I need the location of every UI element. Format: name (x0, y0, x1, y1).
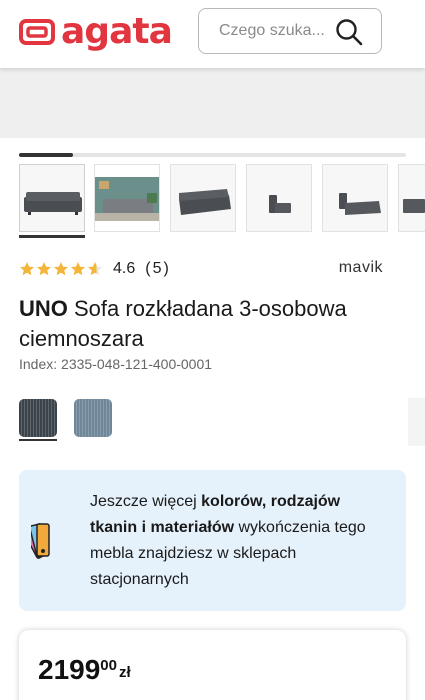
gallery-scrollbar-thumb[interactable] (19, 153, 74, 157)
price-currency: zł (118, 664, 131, 681)
sofa-partial-image (403, 199, 425, 213)
sofa-front-image (24, 192, 82, 215)
thumbnail-sofa-partial[interactable] (398, 164, 425, 232)
info-text-part-1: Jeszcze więcej (90, 493, 202, 510)
star-icon (88, 262, 102, 276)
thumbnail-strip (19, 164, 425, 238)
showroom-info-box: Jeszcze więcej kolorów, rodzajów tkanin … (19, 470, 406, 611)
thumbnail-sofa-living-room[interactable] (94, 164, 160, 232)
star-icon (54, 262, 68, 276)
star-icon (37, 262, 51, 276)
logo-text: agata (61, 11, 173, 52)
price-cents: 00 (100, 657, 117, 674)
rating-stars[interactable] (19, 261, 103, 277)
brand-logo[interactable]: mavik (339, 259, 383, 277)
search-placeholder: Czego szuka... (219, 22, 325, 39)
side-panel-edge[interactable] (408, 398, 425, 446)
thumbnail-sofa-front[interactable] (19, 164, 85, 232)
thumbnail-sofa-bed[interactable] (322, 164, 388, 232)
gallery-scrollbar[interactable] (19, 153, 406, 157)
sofa-bed-image (339, 193, 381, 215)
rating-row: 4.6 (5) mavik (19, 258, 383, 280)
showroom-info-text: Jeszcze więcej kolorów, rodzajów tkanin … (90, 489, 390, 593)
color-swatches (19, 399, 419, 443)
sofa-angle-image (179, 189, 231, 215)
search-icon[interactable] (335, 18, 363, 46)
thumbnail-sofa-side[interactable] (246, 164, 312, 232)
star-icon (20, 262, 34, 276)
product-name-bold: UNO (19, 296, 68, 321)
price-card: 2199 00 zł (19, 630, 406, 700)
swatch-blue-grey[interactable] (74, 399, 112, 437)
selected-swatch-indicator (19, 439, 57, 441)
star-icon (71, 262, 85, 276)
product-title: UNO Sofa rozkładana 3-osobowa ciemnoszar… (19, 294, 405, 354)
agata-logo[interactable]: agata (19, 10, 173, 54)
product-index: Index: 2335-048-121-400-0001 (19, 356, 213, 372)
active-thumbnail-indicator (19, 235, 85, 238)
price: 2199 00 zł (38, 654, 131, 686)
sofa-logo-icon (19, 19, 55, 45)
swatch-dark-grey[interactable] (19, 399, 57, 437)
living-room-image (95, 165, 159, 231)
price-main: 2199 (38, 654, 101, 685)
rating-value: 4.6 (113, 260, 136, 277)
rating-count[interactable]: (5) (145, 260, 171, 278)
sofa-side-image (269, 195, 291, 213)
product-name-rest: Sofa rozkładana 3-osobowa ciemnoszara (19, 296, 347, 351)
thumbnail-sofa-angle[interactable] (170, 164, 236, 232)
fabric-samples-icon (31, 523, 50, 559)
product-main-image[interactable] (0, 68, 425, 138)
header: agata Czego szuka... (0, 0, 425, 68)
search-input[interactable]: Czego szuka... (198, 8, 382, 54)
